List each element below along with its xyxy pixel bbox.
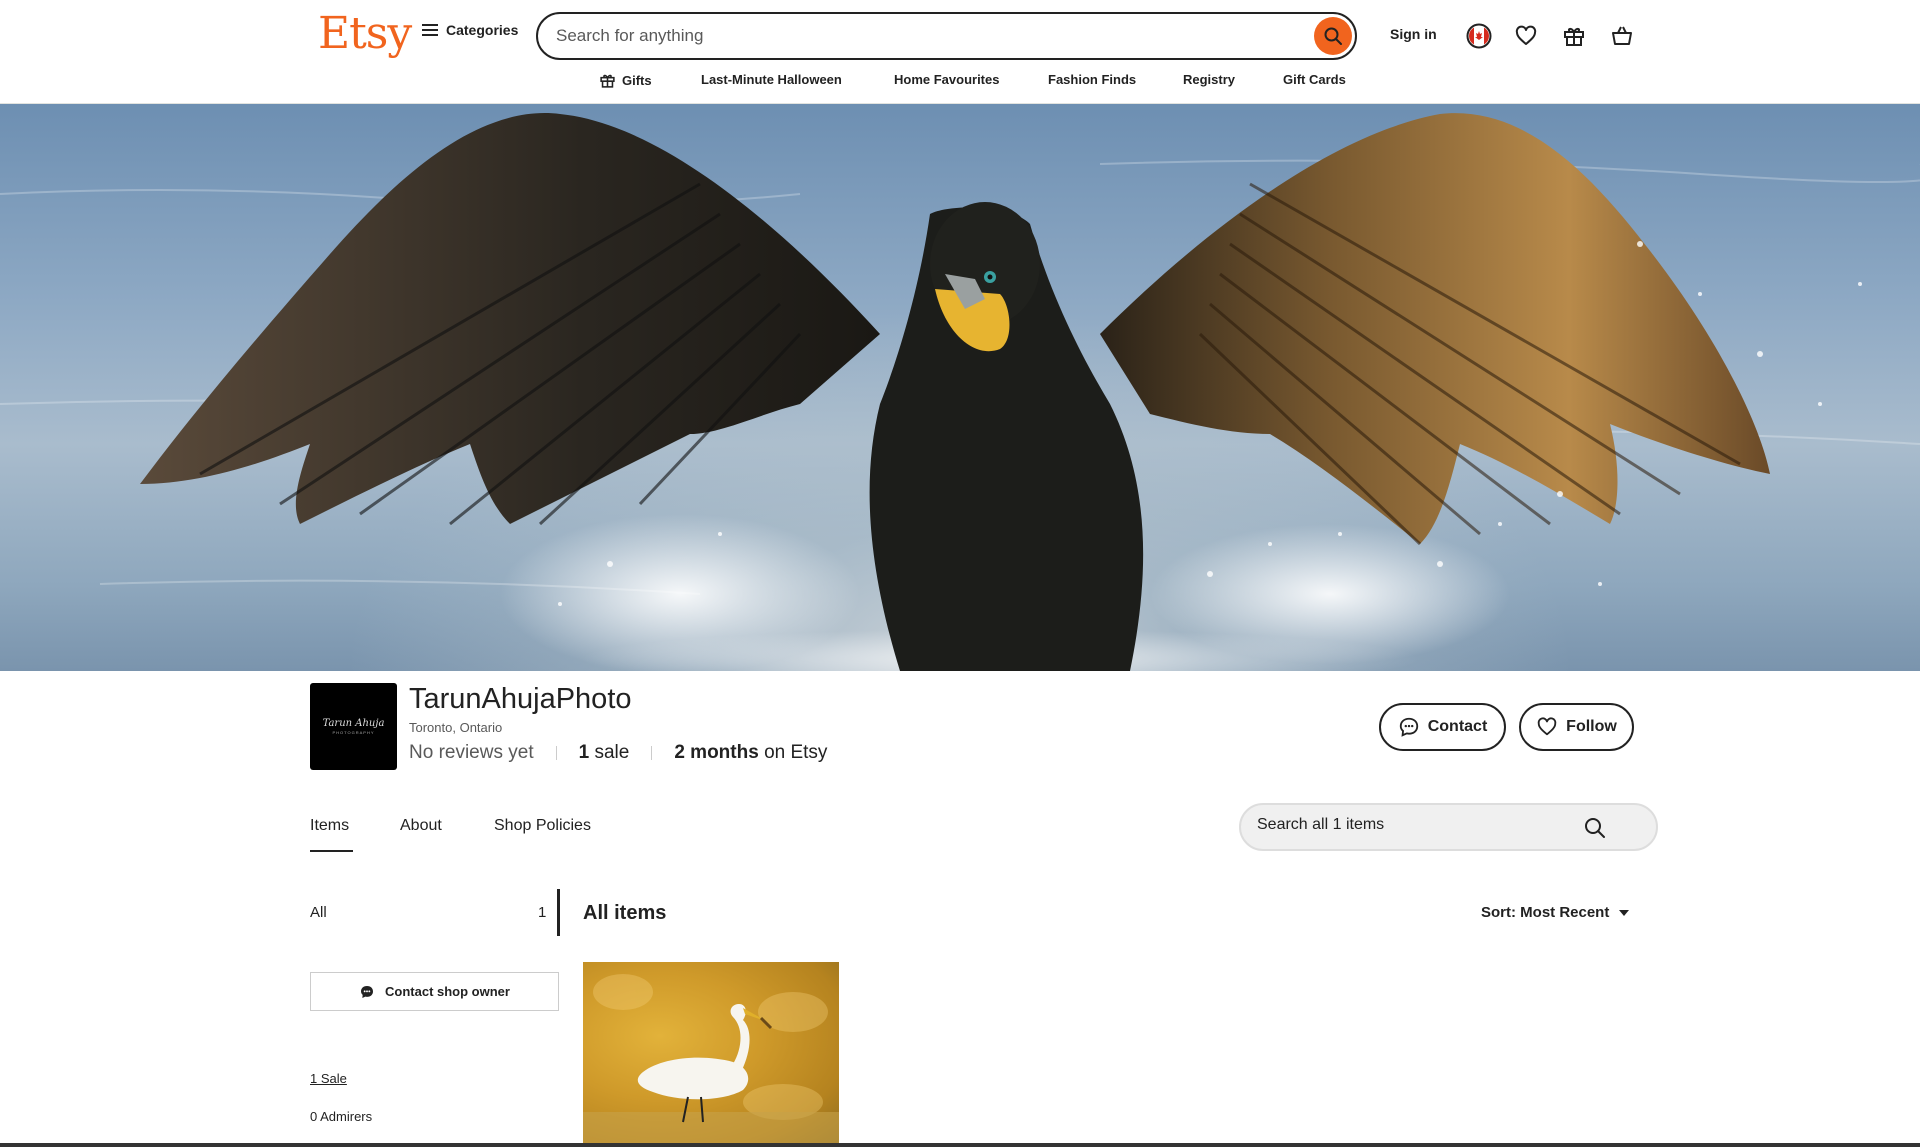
contact-shop-owner-label: Contact shop owner [385, 984, 510, 999]
site-search [536, 12, 1357, 60]
heart-icon [1515, 25, 1537, 45]
tab-active-indicator [310, 850, 353, 852]
nav-item-gifts[interactable]: Gifts [599, 72, 652, 89]
message-icon [1399, 717, 1418, 737]
nav-item-label: Registry [1183, 72, 1236, 87]
nav-item-halloween[interactable]: Last-Minute Halloween [701, 72, 842, 87]
search-icon [1324, 27, 1342, 45]
cormorant-illustration [0, 113, 1920, 671]
tab-about[interactable]: About [400, 817, 442, 835]
shop-stats: No reviews yet 1 sale 2 months on Etsy [409, 742, 827, 764]
follow-button[interactable]: Follow [1519, 703, 1634, 751]
nav-item-label: Fashion Finds [1048, 72, 1137, 87]
shop-search-input[interactable] [1257, 816, 1577, 834]
message-icon [361, 985, 374, 998]
heart-icon [1537, 717, 1557, 736]
site-search-button[interactable] [1314, 17, 1352, 55]
etsy-logo[interactable]: Etsy [318, 8, 412, 59]
shop-logo-signature: Tarun Ahuja [322, 718, 385, 729]
site-search-input[interactable] [556, 24, 1256, 48]
egret-illustration [583, 974, 839, 1147]
nav-item-gift-cards[interactable]: Gift Cards [1283, 72, 1346, 87]
sort-dropdown[interactable]: Sort: Most Recent [1481, 904, 1630, 921]
canada-flag-icon [1466, 23, 1492, 49]
section-title: All items [583, 902, 667, 924]
sales-link[interactable]: 1 Sale [310, 1071, 347, 1086]
sign-in-link[interactable]: Sign in [1390, 26, 1437, 42]
contact-label: Contact [1427, 718, 1488, 735]
contact-button[interactable]: Contact [1379, 703, 1506, 751]
shop-search [1239, 803, 1658, 851]
gift-icon [600, 74, 615, 88]
listing-card-image[interactable] [583, 962, 839, 1147]
stats-divider [651, 746, 653, 760]
shop-tenure-value: 2 months [674, 742, 759, 763]
nav-item-home-favourites[interactable]: Home Favourites [894, 72, 999, 87]
menu-icon [422, 24, 438, 36]
gift-icon [1564, 28, 1584, 46]
tab-items[interactable]: Items [310, 817, 349, 835]
shop-location: Toronto, Ontario [409, 720, 503, 735]
nav-item-label: Last-Minute Halloween [701, 72, 842, 87]
categories-button[interactable]: Categories [422, 22, 518, 38]
region-button[interactable] [1465, 22, 1493, 50]
gifts-button[interactable] [1560, 22, 1588, 50]
nav-item-registry[interactable]: Registry [1183, 72, 1235, 87]
shopping-bag-icon [1612, 26, 1632, 45]
nav-item-label: Home Favourites [894, 72, 1000, 87]
window-bottom-edge [0, 1143, 1920, 1147]
categories-label: Categories [446, 22, 519, 38]
nav-item-fashion-finds[interactable]: Fashion Finds [1048, 72, 1136, 87]
nav-item-label: Gifts [622, 73, 652, 88]
stats-divider [555, 746, 557, 760]
shop-sales-label: sale [594, 742, 630, 763]
shop-name: TarunAhujaPhoto [409, 683, 632, 715]
section-active-indicator [557, 889, 560, 936]
favorites-button[interactable] [1512, 22, 1540, 50]
sort-label: Sort: Most Recent [1481, 904, 1610, 921]
follow-label: Follow [1566, 718, 1617, 735]
category-nav: Gifts Last-Minute Halloween Home Favouri… [0, 70, 1920, 94]
cart-button[interactable] [1608, 22, 1636, 50]
tab-shop-policies[interactable]: Shop Policies [494, 817, 591, 835]
shop-banner-image [0, 104, 1920, 671]
contact-shop-owner-button[interactable]: Contact shop owner [310, 972, 559, 1011]
nav-item-label: Gift Cards [1283, 72, 1346, 87]
shop-logo-subtitle: PHOTOGRAPHY [332, 730, 375, 735]
section-all-label[interactable]: All [310, 904, 327, 921]
section-all-count: 1 [538, 904, 547, 921]
admirers-count: 0 Admirers [310, 1109, 373, 1124]
shop-logo[interactable]: Tarun Ahuja PHOTOGRAPHY [310, 683, 397, 770]
caret-down-icon [1619, 909, 1630, 916]
site-header: Etsy Categories Sign in [0, 0, 1920, 104]
shop-sales-count: 1 [578, 742, 590, 763]
search-icon[interactable] [1584, 817, 1606, 839]
shop-reviews[interactable]: No reviews yet [409, 742, 534, 764]
shop-tenure-label: on Etsy [764, 742, 828, 763]
